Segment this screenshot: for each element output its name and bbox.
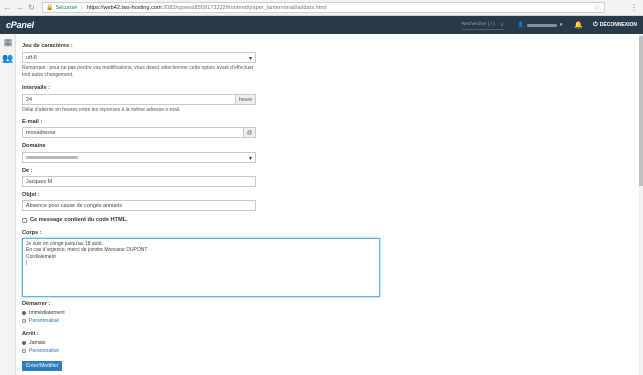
email-input[interactable]: monadresse [22, 127, 244, 138]
at-sign-icon: @ [243, 127, 256, 138]
url-host: https://web42.lws-hosting.com [86, 4, 162, 11]
domain-select[interactable]: ▾ [22, 152, 256, 163]
address-separator: | [81, 4, 83, 11]
start-immediate-radio[interactable] [22, 311, 26, 315]
from-input[interactable]: Jacques M [22, 176, 256, 187]
browser-toolbar: ← → ↻ 🔒 Sécurisé | https://web42.lws-hos… [0, 0, 643, 16]
search-icon: ⌕ [500, 22, 504, 28]
domain-value-redacted [26, 156, 78, 159]
stop-label: Arrêt : [22, 331, 39, 337]
secure-label: Sécurisé [55, 4, 78, 11]
reload-icon[interactable]: ↻ [27, 3, 36, 13]
subject-label: Objet : [22, 192, 40, 198]
forward-arrow-icon[interactable]: → [15, 3, 24, 13]
chevron-down-icon: ▾ [248, 56, 252, 62]
cpanel-logo[interactable]: cPanel [6, 20, 34, 30]
body-textarea[interactable]: Je suis en congé jusqu’au 18 août. En ca… [22, 238, 380, 297]
domain-label: Domaine [22, 143, 46, 149]
main-content: Jeu de caractères : utf-8 ▾ Remarque : p… [22, 34, 642, 375]
logout-icon: ⏻ [593, 21, 598, 28]
start-custom-label[interactable]: Personnalisé [29, 318, 59, 324]
url-path: :2083/cpsess8559173332/frontend/paper_la… [161, 4, 327, 11]
start-custom-radio[interactable] [22, 319, 26, 323]
html-checkbox[interactable] [22, 218, 27, 223]
stop-custom-label[interactable]: Personnalisé [29, 348, 59, 354]
chevron-down-icon: ▾ [559, 22, 563, 28]
create-modify-button[interactable]: Créer/Modifier [22, 361, 62, 371]
text-cursor: | [26, 259, 28, 266]
subject-value: Absence pour cause de congés annuels [26, 202, 122, 209]
username-redacted [526, 23, 557, 27]
search-input[interactable]: Rechercher ( / ) ⌕ [461, 21, 504, 30]
logout-button[interactable]: ⏻ DÉCONNEXION [593, 22, 637, 29]
charset-help: Remarque : pour ne pas perdre vos modifi… [22, 65, 254, 78]
user-icon: 👤 [517, 22, 524, 28]
stop-never-radio[interactable] [22, 341, 26, 345]
interval-value: 24 [26, 96, 32, 103]
interval-label: Intervalle : [22, 85, 50, 91]
charset-select[interactable]: utf-8 ▾ [22, 52, 256, 63]
html-checkbox-label: Ce message contient du code HTML. [30, 217, 128, 223]
from-label: De : [22, 168, 33, 174]
bookmark-star-icon[interactable]: ☆ [594, 4, 600, 12]
address-bar[interactable]: 🔒 Sécurisé | https://web42.lws-hosting.c… [42, 2, 605, 13]
stop-custom-radio[interactable] [22, 349, 26, 353]
cpanel-header: cPanel Rechercher ( / ) ⌕ 👤 ▾ 🔔 ⏻ DÉCONN… [0, 16, 643, 34]
body-label: Corps : [22, 230, 42, 236]
lock-icon: 🔒 [46, 5, 54, 11]
search-placeholder: Rechercher ( / ) [461, 22, 495, 27]
browser-menu-icon[interactable]: ⋮ [630, 3, 638, 12]
interval-unit: heure [235, 94, 256, 105]
stop-never-label: Jamais [29, 340, 46, 346]
interval-input[interactable]: 24 [22, 94, 236, 105]
email-value: monadresse [26, 129, 56, 136]
from-value: Jacques M [26, 178, 53, 185]
logout-label: DÉCONNEXION [599, 22, 637, 28]
scrollbar-thumb[interactable] [639, 36, 643, 186]
user-menu[interactable]: 👤 ▾ [518, 22, 563, 28]
users-icon[interactable]: 👥 [0, 50, 16, 66]
start-label: Démarrer : [22, 301, 51, 307]
bell-icon[interactable]: 🔔 [574, 21, 583, 29]
start-immediate-label: Immédiatement [29, 310, 65, 316]
grid-icon[interactable]: ▦ [0, 34, 16, 50]
subject-input[interactable]: Absence pour cause de congés annuels [22, 200, 256, 211]
charset-label: Jeu de caractères : [22, 43, 73, 49]
chevron-down-icon: ▾ [248, 156, 252, 162]
email-label: E-mail : [22, 119, 43, 125]
charset-value: utf-8 [26, 54, 37, 61]
interval-help: Délai d’attente en heures entre les répo… [22, 107, 181, 113]
sidebar: ▦ 👥 [0, 34, 16, 375]
back-arrow-icon[interactable]: ← [3, 3, 12, 13]
